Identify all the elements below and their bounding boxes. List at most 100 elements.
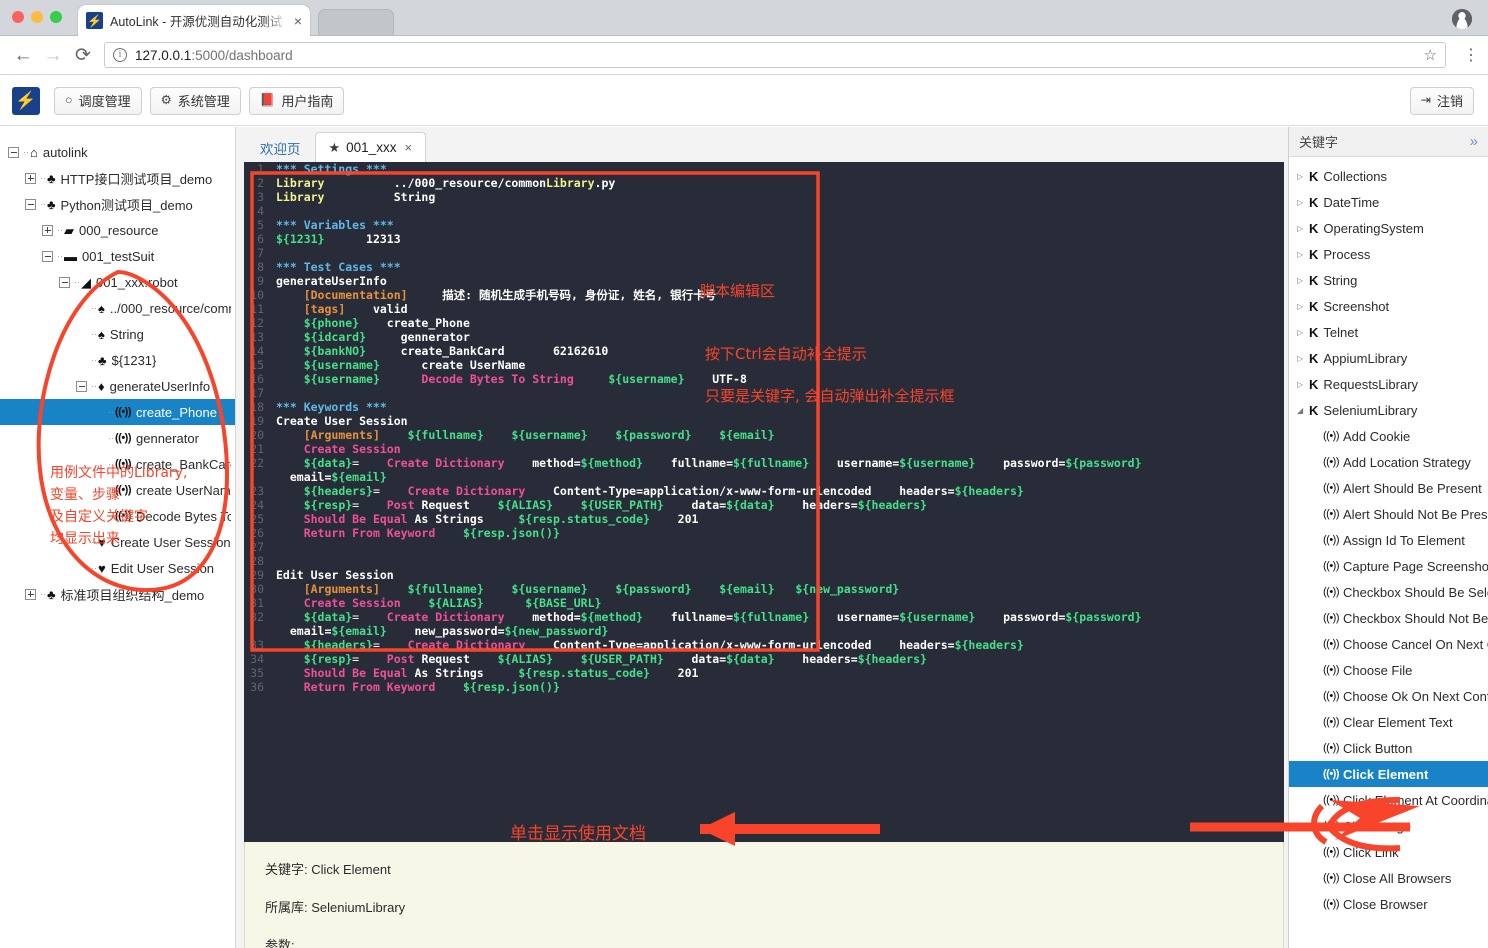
keyword-row[interactable]: ((•)) Clear Element Text (1289, 709, 1488, 735)
keyword-library-row[interactable]: ▷ K Telnet (1289, 319, 1488, 345)
browser-tab[interactable]: ⚡ AutoLink - 开源优测自动化测试 × (78, 5, 310, 36)
line-content[interactable]: Library ../000_resource/commonLibrary.py (270, 176, 1284, 190)
tree-item[interactable]: ·· ▬ 001_testSuit (0, 243, 235, 269)
line-content[interactable]: ${username} create UserName (270, 358, 1284, 372)
expand-icon[interactable] (42, 224, 53, 236)
keyword-row[interactable]: ((•)) Click Button (1289, 735, 1488, 761)
keyword-library-row[interactable]: ▷ K DateTime (1289, 189, 1488, 215)
new-tab-button[interactable] (318, 9, 394, 35)
tree-item[interactable]: ·· ♣ Python测试项目_demo (0, 191, 235, 217)
line-content[interactable]: Return From Keyword ${resp.json()} (270, 680, 1284, 694)
close-icon[interactable]: × (404, 140, 412, 155)
tree-item[interactable]: ·· ((•)) gennerator (0, 425, 235, 451)
line-content[interactable]: ${data}= Create Dictionary method=${meth… (270, 610, 1284, 638)
editor-tab[interactable]: ★ 001_xxx × (314, 132, 427, 162)
minimize-window-button[interactable] (31, 11, 43, 23)
browser-menu-icon[interactable]: ⋮ (1454, 45, 1488, 65)
expand-icon[interactable] (25, 172, 36, 184)
editor-tab[interactable]: 欢迎页 (246, 133, 315, 162)
line-content[interactable] (270, 204, 1284, 218)
line-content[interactable]: Library String (270, 190, 1284, 204)
collapse-icon[interactable] (76, 380, 87, 392)
line-content[interactable]: ${phone} create_Phone (270, 316, 1284, 330)
keyword-row[interactable]: ((•)) Click Link (1289, 839, 1488, 865)
line-content[interactable]: ${idcard} gennerator (270, 330, 1284, 344)
line-content[interactable]: [Arguments] ${fullname} ${username} ${pa… (270, 582, 1284, 596)
logout-button[interactable]: ⇥ 注销 (1409, 86, 1474, 115)
line-content[interactable]: Create Session (270, 442, 1284, 456)
keyword-row[interactable]: ((•)) Click Element At Coordina (1289, 787, 1488, 813)
expand-icon[interactable]: ▷ (1297, 172, 1309, 181)
line-content[interactable] (270, 540, 1284, 554)
nav-button-system[interactable]: ⚙ 系统管理 (149, 86, 241, 115)
line-content[interactable]: ${resp}= Post Request ${ALIAS} ${USER_PA… (270, 652, 1284, 666)
reload-icon[interactable]: ⟳ (68, 46, 98, 65)
keyword-library-row[interactable]: ◢ K SeleniumLibrary (1289, 397, 1488, 423)
keyword-row[interactable]: ((•)) Alert Should Not Be Prese (1289, 501, 1488, 527)
keyword-row[interactable]: ((•)) Alert Should Be Present (1289, 475, 1488, 501)
close-window-button[interactable] (12, 11, 24, 23)
keyword-library-row[interactable]: ▷ K String (1289, 267, 1488, 293)
keyword-library-row[interactable]: ▷ K Process (1289, 241, 1488, 267)
tree-item[interactable]: ·· ♠ String (0, 321, 235, 347)
keyword-row[interactable]: ((•)) Choose File (1289, 657, 1488, 683)
close-icon[interactable]: × (288, 13, 302, 29)
collapse-icon[interactable] (42, 250, 53, 262)
expand-icon[interactable]: ▷ (1297, 302, 1309, 311)
keyword-row[interactable]: ((•)) Checkbox Should Not Be (1289, 605, 1488, 631)
tree-item[interactable]: ·· ♣ 标准项目组织结构_demo (0, 581, 235, 607)
collapse-icon[interactable]: ◢ (1297, 406, 1309, 415)
site-info-icon[interactable]: i (113, 48, 127, 62)
line-content[interactable]: *** Variables *** (270, 218, 1284, 232)
line-content[interactable]: ${headers}= Create Dictionary Content-Ty… (270, 638, 1284, 652)
line-content[interactable]: generateUserInfo (270, 274, 1284, 288)
keyword-row[interactable]: ((•)) Capture Page Screenshot (1289, 553, 1488, 579)
expand-icon[interactable]: ▷ (1297, 380, 1309, 389)
line-content[interactable]: Should Be Equal As Strings ${resp.status… (270, 666, 1284, 680)
line-content[interactable]: [tags] valid (270, 302, 1284, 316)
keyword-row[interactable]: ((•)) Checkbox Should Be Sele (1289, 579, 1488, 605)
keyword-row[interactable]: ((•)) Add Cookie (1289, 423, 1488, 449)
expand-icon[interactable] (25, 588, 36, 600)
profile-icon[interactable] (1452, 9, 1472, 29)
window-traffic-lights[interactable] (12, 11, 62, 23)
expand-icon[interactable]: ▷ (1297, 276, 1309, 285)
tree-item[interactable]: ·· ((•)) create_Phone (0, 399, 235, 425)
tree-item[interactable]: ·· ▰ 000_resource (0, 217, 235, 243)
keyword-library-row[interactable]: ▷ K Screenshot (1289, 293, 1488, 319)
tree-item[interactable]: ·· ((•)) create UserName (0, 477, 235, 503)
nav-button-schedule[interactable]: ○ 调度管理 (54, 86, 142, 115)
tree-item[interactable]: ·· ((•)) create_BankCard (0, 451, 235, 477)
keyword-row[interactable]: ((•)) Add Location Strategy (1289, 449, 1488, 475)
collapse-icon[interactable] (59, 276, 70, 288)
collapse-icon[interactable]: » (1470, 133, 1478, 150)
expand-icon[interactable]: ▷ (1297, 198, 1309, 207)
keyword-library-row[interactable]: ▷ K AppiumLibrary (1289, 345, 1488, 371)
tree-item[interactable]: ·· ♣ HTTP接口测试项目_demo (0, 165, 235, 191)
tree-item[interactable]: ·· ⌂ autolink (0, 139, 235, 165)
tree-item[interactable]: ·· ♥ Edit User Session (0, 555, 235, 581)
back-icon[interactable]: ← (8, 46, 38, 65)
maximize-window-button[interactable] (50, 11, 62, 23)
keyword-row[interactable]: ((•)) Choose Cancel On Next C (1289, 631, 1488, 657)
line-content[interactable]: *** Settings *** (270, 162, 1284, 176)
bookmark-star-icon[interactable]: ☆ (1424, 46, 1437, 64)
tree-item[interactable]: ·· ◢ 001_xxx.robot (0, 269, 235, 295)
line-content[interactable]: *** Test Cases *** (270, 260, 1284, 274)
line-content[interactable]: Create Session ${ALIAS} ${BASE_URL} (270, 596, 1284, 610)
line-content[interactable]: *** Keywords *** (270, 400, 1284, 414)
tree-item[interactable]: ·· ♥ Create User Session (0, 529, 235, 555)
line-content[interactable]: ${bankNO} create_BankCard 62162610 (270, 344, 1284, 358)
script-editor[interactable]: 1 *** Settings *** 2 Library ../000_resourc… (244, 162, 1284, 842)
keyword-library-row[interactable]: ▷ K Collections (1289, 163, 1488, 189)
line-content[interactable]: Edit User Session (270, 568, 1284, 582)
tree-item[interactable]: ·· ♠ ../000_resource/comm (0, 295, 235, 321)
keyword-row[interactable]: ((•)) Click Image (1289, 813, 1488, 839)
expand-icon[interactable]: ▷ (1297, 250, 1309, 259)
keyword-library-row[interactable]: ▷ K RequestsLibrary (1289, 371, 1488, 397)
collapse-icon[interactable] (8, 146, 19, 158)
keyword-row[interactable]: ((•)) Close All Browsers (1289, 865, 1488, 891)
line-content[interactable] (270, 386, 1284, 400)
line-content[interactable]: ${resp}= Post Request ${ALIAS} ${USER_PA… (270, 498, 1284, 512)
expand-icon[interactable]: ▷ (1297, 328, 1309, 337)
